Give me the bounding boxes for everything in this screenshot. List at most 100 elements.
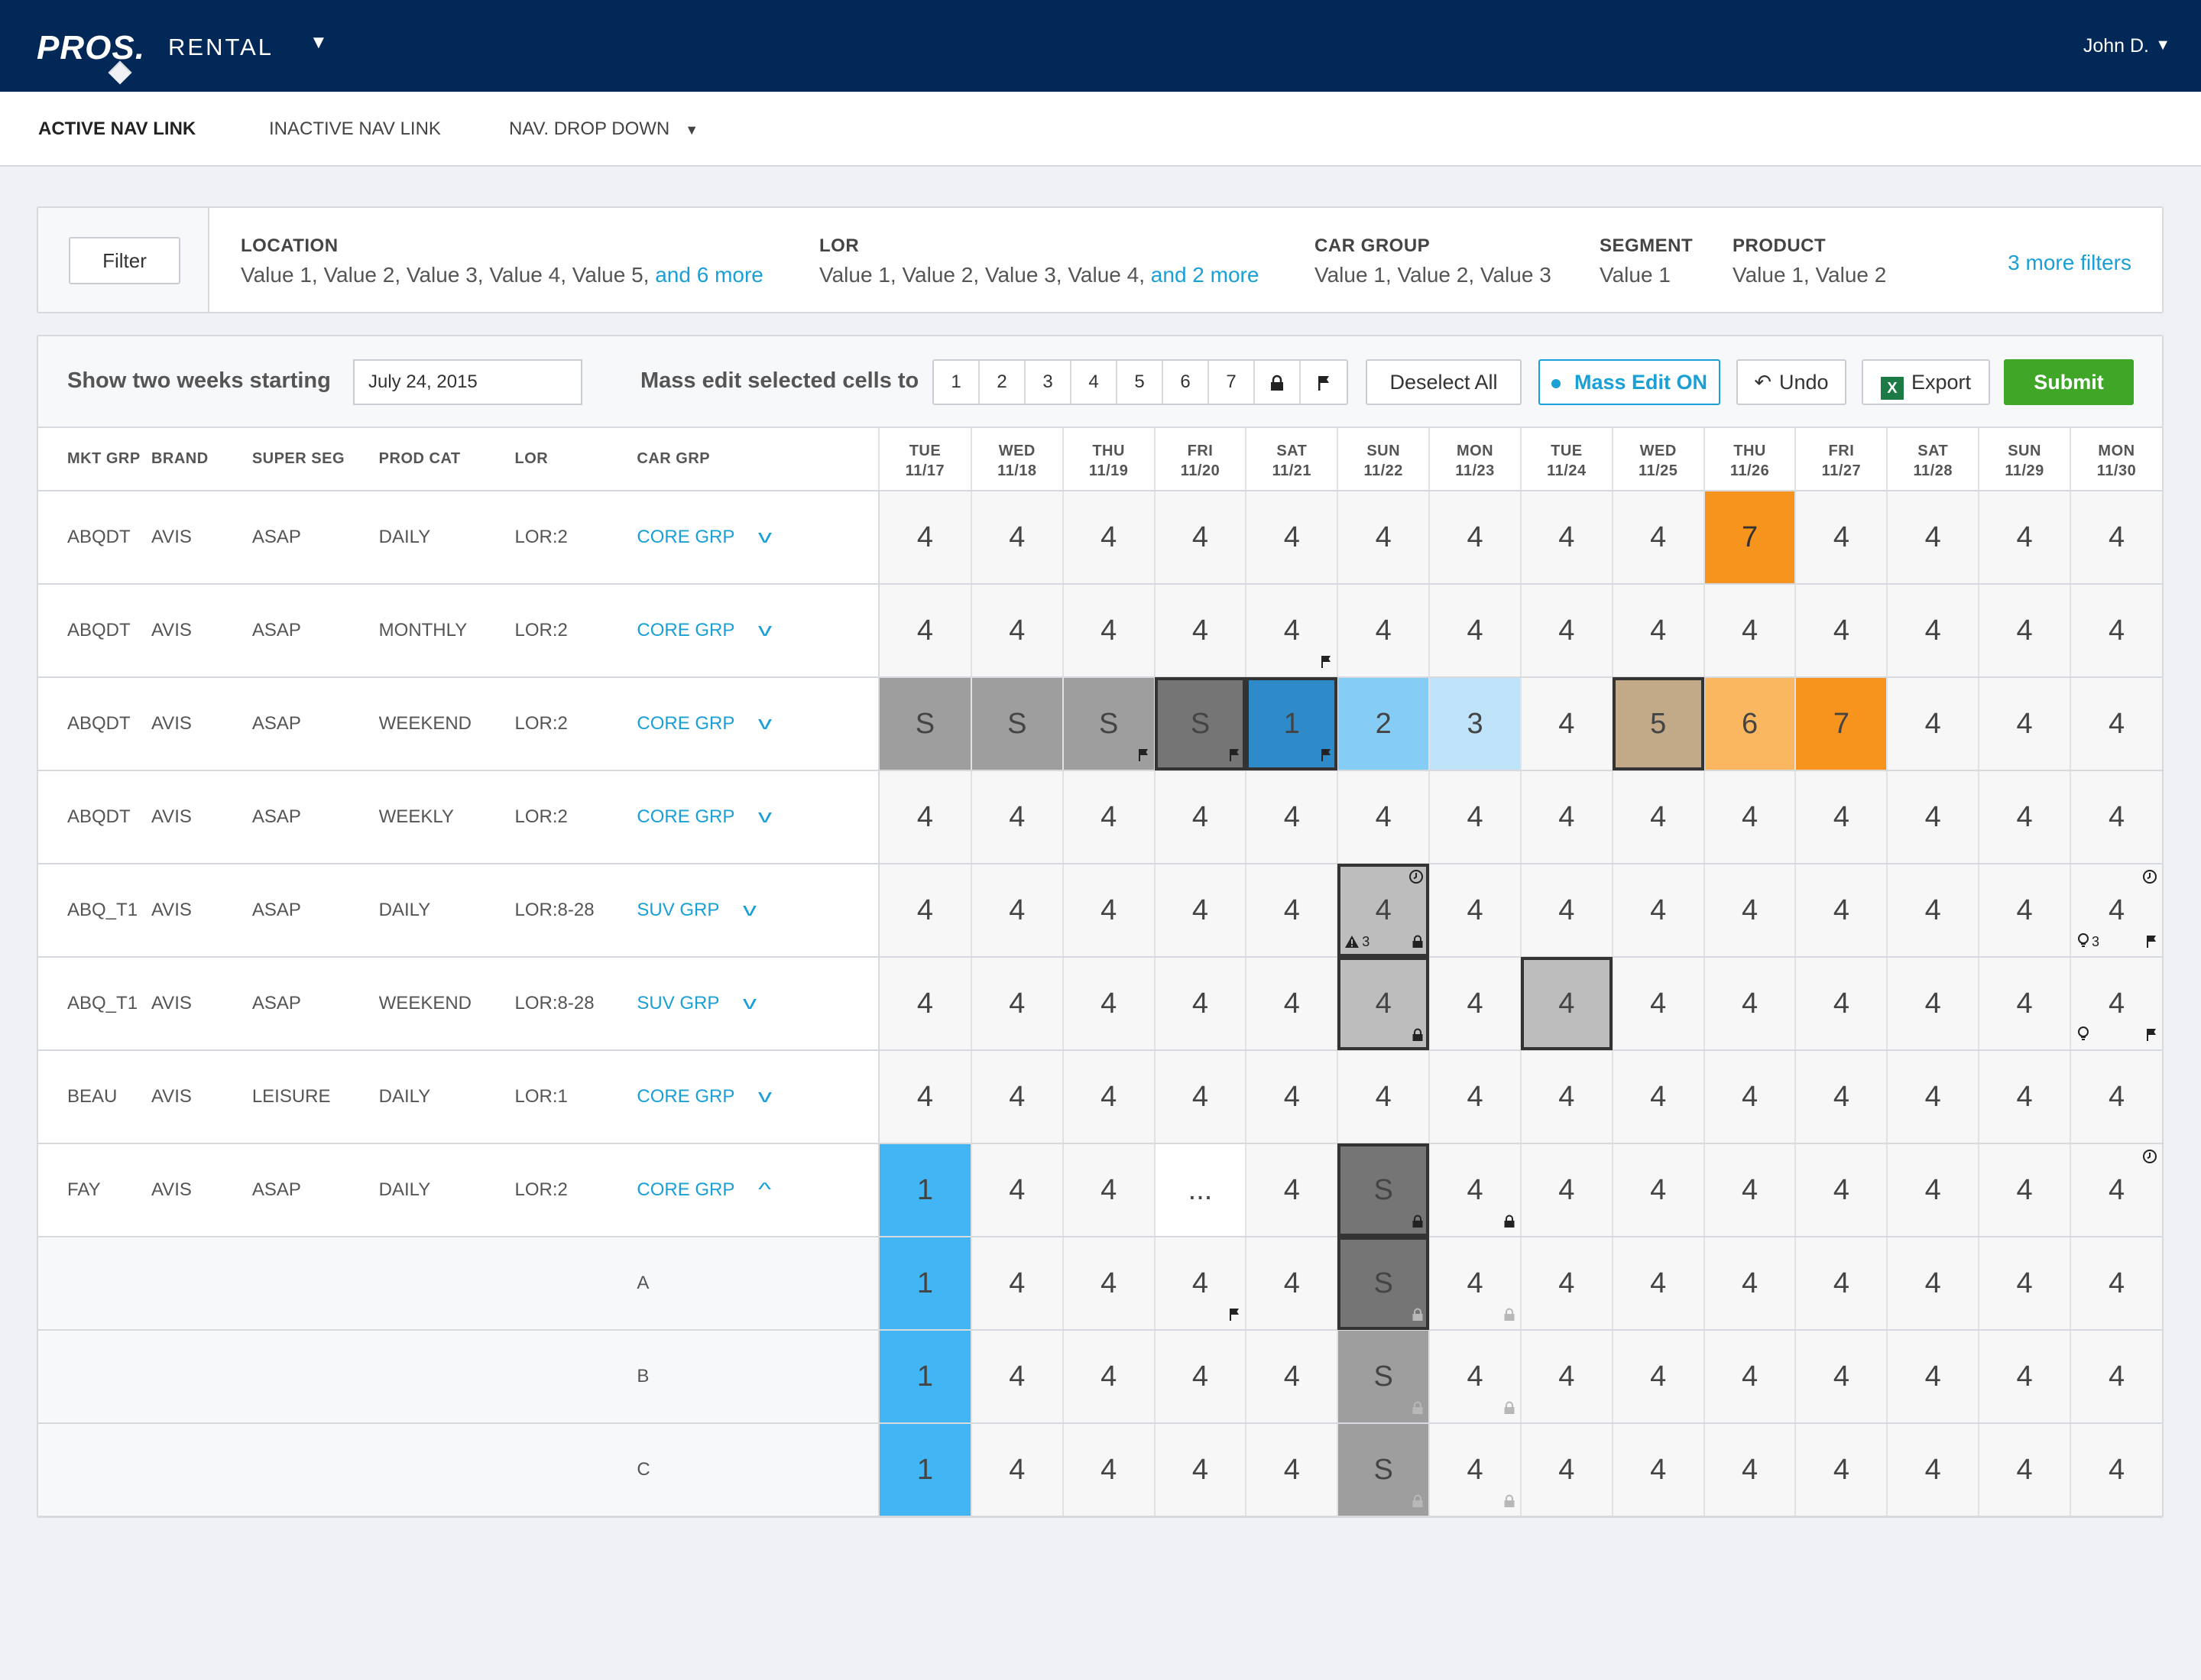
grid-cell[interactable]: 4 <box>2070 584 2162 678</box>
grid-cell[interactable]: 4 <box>1337 957 1430 1051</box>
mass-edit-3-button[interactable]: 3 <box>1026 361 1071 404</box>
grid-cell[interactable]: 4 <box>1428 957 1521 1051</box>
grid-cell[interactable]: 4 <box>1978 957 2071 1051</box>
grid-cell[interactable]: 4 <box>1519 1237 1613 1331</box>
filter-more-link[interactable]: and 6 more <box>655 263 763 287</box>
grid-cell[interactable]: 4 <box>1428 584 1521 678</box>
mass-edit-2-button[interactable]: 2 <box>980 361 1026 404</box>
grid-cell[interactable]: 4 <box>1245 770 1338 864</box>
grid-cell[interactable]: 4 <box>1519 1330 1613 1424</box>
grid-cell[interactable]: 4 <box>1978 584 2071 678</box>
grid-cell[interactable]: 4 <box>1337 491 1430 585</box>
grid-cell[interactable]: 4 <box>1062 1423 1155 1516</box>
grid-cell[interactable]: 4 <box>1245 1330 1338 1424</box>
grid-cell[interactable]: 4 <box>1245 584 1338 678</box>
grid-cell[interactable]: 1 <box>1245 677 1338 771</box>
grid-cell[interactable]: 4 <box>1703 584 1796 678</box>
grid-cell[interactable]: 4 <box>1153 1330 1246 1424</box>
chevron-down-icon[interactable]: v <box>758 527 772 548</box>
grid-cell[interactable]: 4 <box>1153 491 1246 585</box>
grid-cell[interactable]: 5 <box>1611 677 1704 771</box>
grid-cell[interactable]: 4 <box>1611 770 1704 864</box>
grid-cell[interactable]: 4 <box>1978 1423 2071 1516</box>
grid-cell[interactable]: 4 <box>1428 864 1521 958</box>
grid-cell[interactable]: 7 <box>1703 491 1796 585</box>
grid-cell[interactable]: 4 <box>1153 770 1246 864</box>
grid-cell[interactable]: 4 <box>1794 864 1888 958</box>
grid-cell[interactable]: 4 <box>1703 1050 1796 1144</box>
grid-cell[interactable]: 4 <box>970 1330 1063 1424</box>
grid-cell[interactable]: 4 <box>1886 770 1979 864</box>
grid-cell[interactable]: 4 <box>878 491 971 585</box>
chevron-down-icon[interactable]: v <box>743 900 757 921</box>
grid-cell[interactable]: 4 <box>1886 864 1979 958</box>
grid-cell[interactable]: 4 <box>2070 491 2162 585</box>
grid-cell[interactable]: 7 <box>1794 677 1888 771</box>
grid-cell[interactable]: 4 <box>1611 1423 1704 1516</box>
chevron-down-icon[interactable]: v <box>743 993 757 1014</box>
grid-cell[interactable]: 4 <box>2070 677 2162 771</box>
grid-cell[interactable]: S <box>878 677 971 771</box>
grid-cell[interactable]: 4 <box>1794 770 1888 864</box>
grid-cell[interactable]: 4 <box>878 770 971 864</box>
grid-cell[interactable]: 4 <box>1978 1237 2071 1331</box>
grid-cell[interactable]: 4 <box>1153 1423 1246 1516</box>
grid-cell[interactable]: 4 <box>1703 1330 1796 1424</box>
grid-cell[interactable]: 4 <box>1337 1050 1430 1144</box>
grid-cell[interactable]: 4 <box>1978 770 2071 864</box>
grid-cell[interactable]: 4 <box>1428 1330 1521 1424</box>
grid-cell[interactable]: 4 <box>970 864 1063 958</box>
grid-cell[interactable]: S <box>1062 677 1155 771</box>
grid-cell[interactable]: 4 <box>1611 957 1704 1051</box>
grid-cell[interactable]: 4 <box>1978 864 2071 958</box>
grid-cell[interactable]: 4 <box>970 1423 1063 1516</box>
car-grp-cell[interactable]: CORE GRP v <box>637 770 880 864</box>
grid-cell[interactable]: 4 <box>1428 770 1521 864</box>
grid-cell[interactable]: 4 <box>1978 491 2071 585</box>
mass-edit-7-button[interactable]: 7 <box>1209 361 1255 404</box>
grid-cell[interactable]: 4 <box>1062 1050 1155 1144</box>
grid-cell[interactable]: 4 <box>1978 677 2071 771</box>
filter-more-link[interactable]: and 2 more <box>1151 263 1259 287</box>
filter-lor[interactable]: LOR Value 1, Value 2, Value 3, Value 4, … <box>819 235 1259 287</box>
car-grp-cell[interactable]: CORE GRP v <box>637 584 880 678</box>
grid-cell[interactable]: S <box>1337 1143 1430 1237</box>
lock-icon[interactable] <box>1255 361 1301 404</box>
grid-cell[interactable]: 4 <box>1153 1237 1246 1331</box>
car-grp-cell[interactable]: CORE GRP v <box>637 677 880 771</box>
caret-down-icon[interactable]: ▼ <box>310 32 328 54</box>
more-filters-link[interactable]: 3 more filters <box>2008 251 2131 275</box>
grid-cell[interactable]: 4 <box>1245 957 1338 1051</box>
grid-cell[interactable]: 4 <box>1519 864 1613 958</box>
filter-location[interactable]: LOCATION Value 1, Value 2, Value 3, Valu… <box>241 235 763 287</box>
car-grp-cell[interactable]: CORE GRP v <box>637 1050 880 1144</box>
grid-cell[interactable]: 4 <box>1245 1143 1338 1237</box>
grid-cell[interactable]: 4 <box>1062 584 1155 678</box>
grid-cell[interactable]: 4 <box>1703 770 1796 864</box>
grid-cell[interactable]: 3 <box>1428 677 1521 771</box>
grid-cell[interactable]: ... <box>1153 1143 1246 1237</box>
grid-cell[interactable]: 4 <box>878 584 971 678</box>
grid-cell[interactable]: 1 <box>878 1423 971 1516</box>
grid-cell[interactable]: 4 <box>1794 1330 1888 1424</box>
grid-cell[interactable]: 6 <box>1703 677 1796 771</box>
grid-cell[interactable]: 43 <box>1337 864 1430 958</box>
grid-cell[interactable]: 4 <box>1794 1423 1888 1516</box>
grid-cell[interactable]: 4 <box>1794 584 1888 678</box>
grid-cell[interactable]: 4 <box>1245 491 1338 585</box>
car-grp-cell[interactable]: SUV GRP v <box>637 957 880 1051</box>
filter-product[interactable]: PRODUCT Value 1, Value 2 <box>1733 235 1886 287</box>
grid-cell[interactable]: 4 <box>1245 1237 1338 1331</box>
chevron-down-icon[interactable]: v <box>758 713 772 735</box>
submit-button[interactable]: Submit <box>2004 359 2134 405</box>
car-grp-cell[interactable]: CORE GRP ^ <box>637 1143 880 1237</box>
grid-cell[interactable]: 4 <box>2070 1143 2162 1237</box>
grid-cell[interactable]: 4 <box>1886 1423 1979 1516</box>
caret-down-icon[interactable]: ▼ <box>2155 37 2170 54</box>
grid-cell[interactable]: 4 <box>878 864 971 958</box>
grid-cell[interactable]: 4 <box>1519 491 1613 585</box>
grid-cell[interactable]: 4 <box>1428 1237 1521 1331</box>
column-header[interactable]: MKT GRP <box>38 428 151 491</box>
grid-cell[interactable]: 4 <box>1886 1237 1979 1331</box>
mass-edit-6-button[interactable]: 6 <box>1163 361 1209 404</box>
